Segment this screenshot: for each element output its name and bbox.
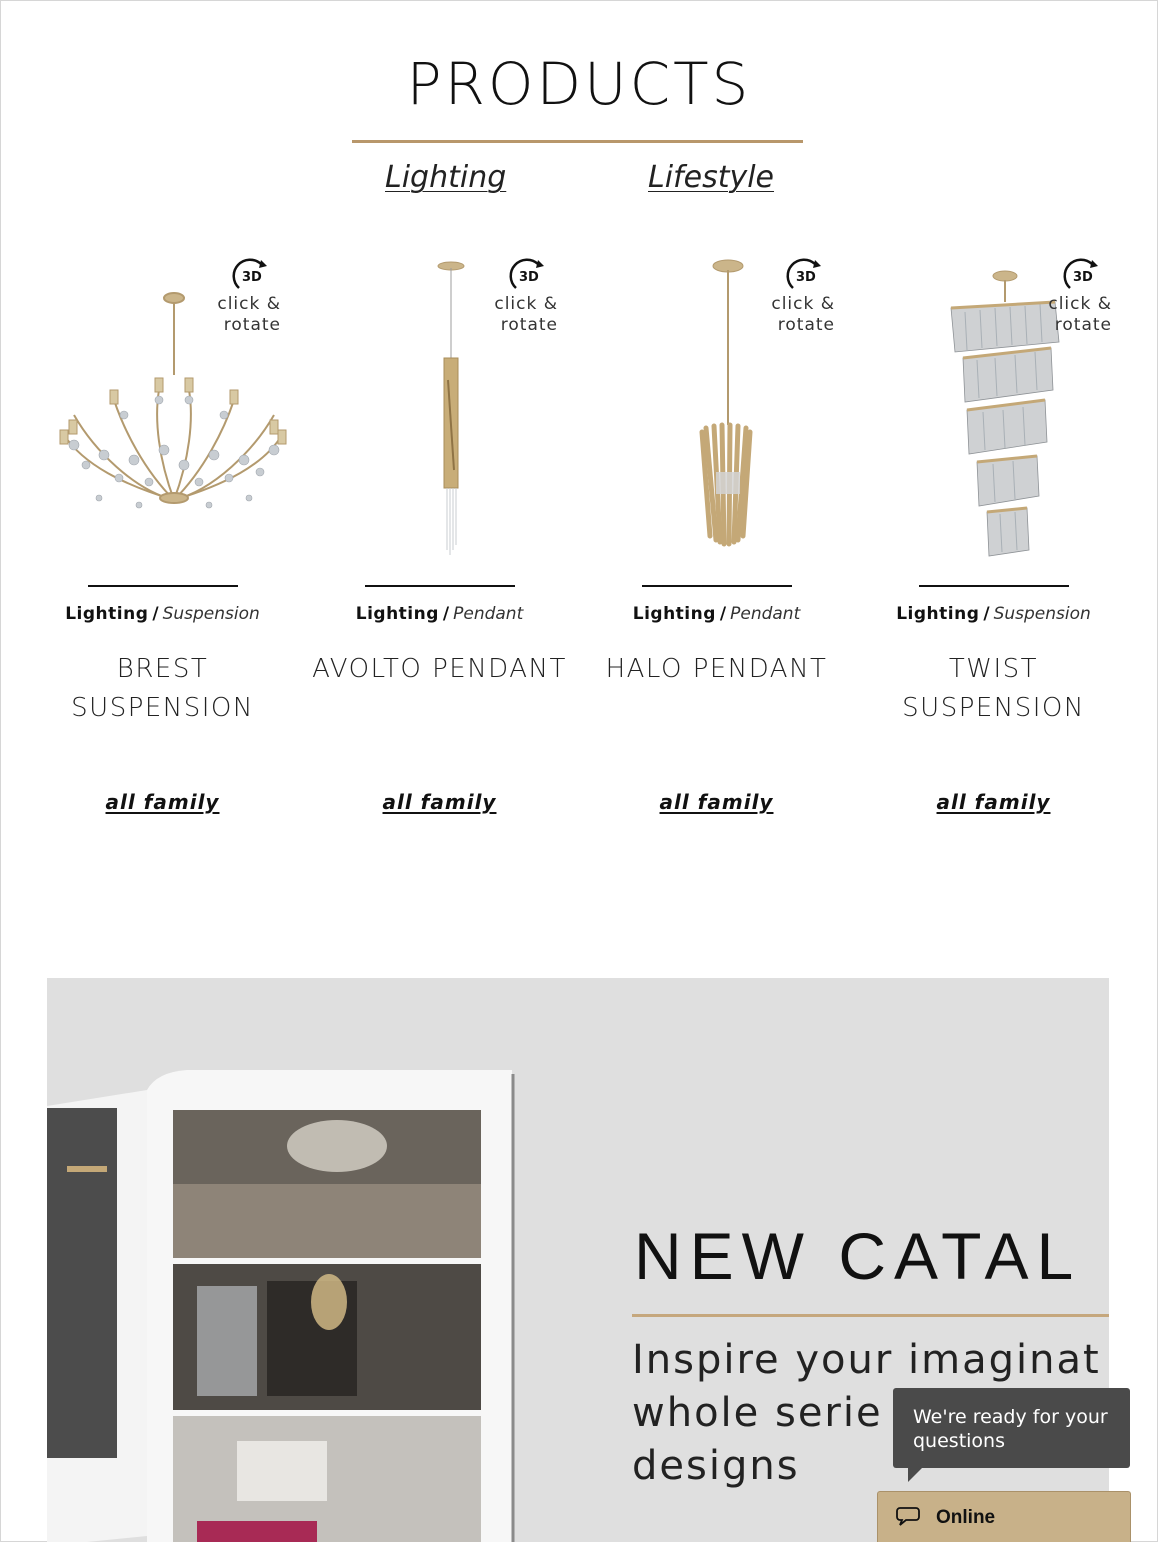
subcategory-label: Suspension [993, 604, 1091, 624]
category-separator: / [442, 604, 450, 624]
category-separator: / [719, 604, 727, 624]
chat-bubble-icon [896, 1507, 920, 1526]
card-divider [642, 585, 792, 587]
chat-bubble-tail [908, 1466, 924, 1482]
category-separator: / [983, 604, 990, 624]
svg-text:3D: 3D [1073, 270, 1093, 285]
product-card: 3D click & rotate Lighting / Pendant AVOLT… [301, 250, 578, 840]
badge-label: click & rotate [494, 294, 558, 335]
badge-label: click & rotate [771, 294, 835, 335]
product-3d-viewer[interactable]: 3D click & rotate [578, 250, 855, 570]
product-category: Lighting / Suspension [24, 604, 301, 624]
product-3d-viewer[interactable]: 3D click & rotate [24, 250, 301, 570]
product-card: 3D click & rotate Lighting / Pendant HALO … [578, 250, 855, 840]
category-separator: / [152, 604, 159, 624]
3d-rotate-badge[interactable]: 3D click & rotate [181, 258, 281, 336]
product-category: Lighting / Pendant [578, 604, 855, 624]
product-category: Lighting / Suspension [855, 604, 1132, 624]
tab-lighting[interactable]: Lighting [385, 160, 506, 195]
3d-rotate-icon: 3D [786, 258, 821, 289]
all-family-link[interactable]: all family [578, 790, 855, 814]
product-name[interactable]: HALO PENDANT [578, 650, 855, 689]
product-3d-viewer[interactable]: 3D click & rotate [301, 250, 578, 570]
page-title: PRODUCTS [406, 50, 752, 118]
card-divider [365, 585, 515, 587]
product-card: 3D click & rotate Lighting / Suspension BR… [24, 250, 301, 840]
svg-text:3D: 3D [519, 270, 539, 285]
3d-rotate-badge[interactable]: 3D click & rotate [1012, 258, 1112, 336]
chat-status-label: Online [936, 1507, 996, 1528]
category-label: Lighting [65, 604, 149, 624]
chat-prompt-bubble[interactable]: We're ready for your questions [893, 1388, 1130, 1468]
badge-label: click & rotate [1048, 294, 1112, 335]
product-name[interactable]: AVOLTO PENDANT [301, 650, 578, 689]
all-family-link[interactable]: all family [301, 790, 578, 814]
3d-rotate-badge[interactable]: 3D click & rotate [735, 258, 835, 336]
product-card: 3D click & rotate Lighting / Suspension TW… [855, 250, 1132, 840]
category-label: Lighting [632, 604, 716, 624]
catalog-divider [632, 1314, 1109, 1317]
svg-text:3D: 3D [242, 270, 262, 285]
subcategory-label: Pendant [730, 604, 801, 624]
3d-rotate-icon: 3D [1063, 258, 1098, 289]
all-family-link[interactable]: all family [855, 790, 1132, 814]
tab-lifestyle[interactable]: Lifestyle [648, 160, 774, 195]
card-divider [88, 585, 238, 587]
all-family-link[interactable]: all family [24, 790, 301, 814]
category-label: Lighting [355, 604, 439, 624]
product-3d-viewer[interactable]: 3D click & rotate [855, 250, 1132, 570]
3d-rotate-icon: 3D [509, 258, 544, 289]
3d-rotate-badge[interactable]: 3D click & rotate [458, 258, 558, 336]
catalog-title: NEW CATAL [634, 1219, 1082, 1293]
badge-label: click & rotate [217, 294, 281, 335]
category-label: Lighting [896, 604, 980, 624]
3d-rotate-icon: 3D [232, 258, 267, 289]
svg-text:3D: 3D [796, 270, 816, 285]
subcategory-label: Suspension [162, 604, 260, 624]
product-name[interactable]: TWIST SUSPENSION [855, 650, 1132, 728]
product-name[interactable]: BREST SUSPENSION [24, 650, 301, 728]
catalog-text-line: Inspire your imaginat [632, 1337, 1101, 1383]
chat-widget-button[interactable]: Online [877, 1491, 1131, 1542]
title-divider [352, 140, 803, 143]
catalog-book-image [47, 1070, 515, 1542]
product-grid: 3D click & rotate Lighting / Suspension BR… [24, 250, 1134, 850]
subcategory-label: Pendant [453, 604, 524, 624]
product-category: Lighting / Pendant [301, 604, 578, 624]
card-divider [919, 585, 1069, 587]
